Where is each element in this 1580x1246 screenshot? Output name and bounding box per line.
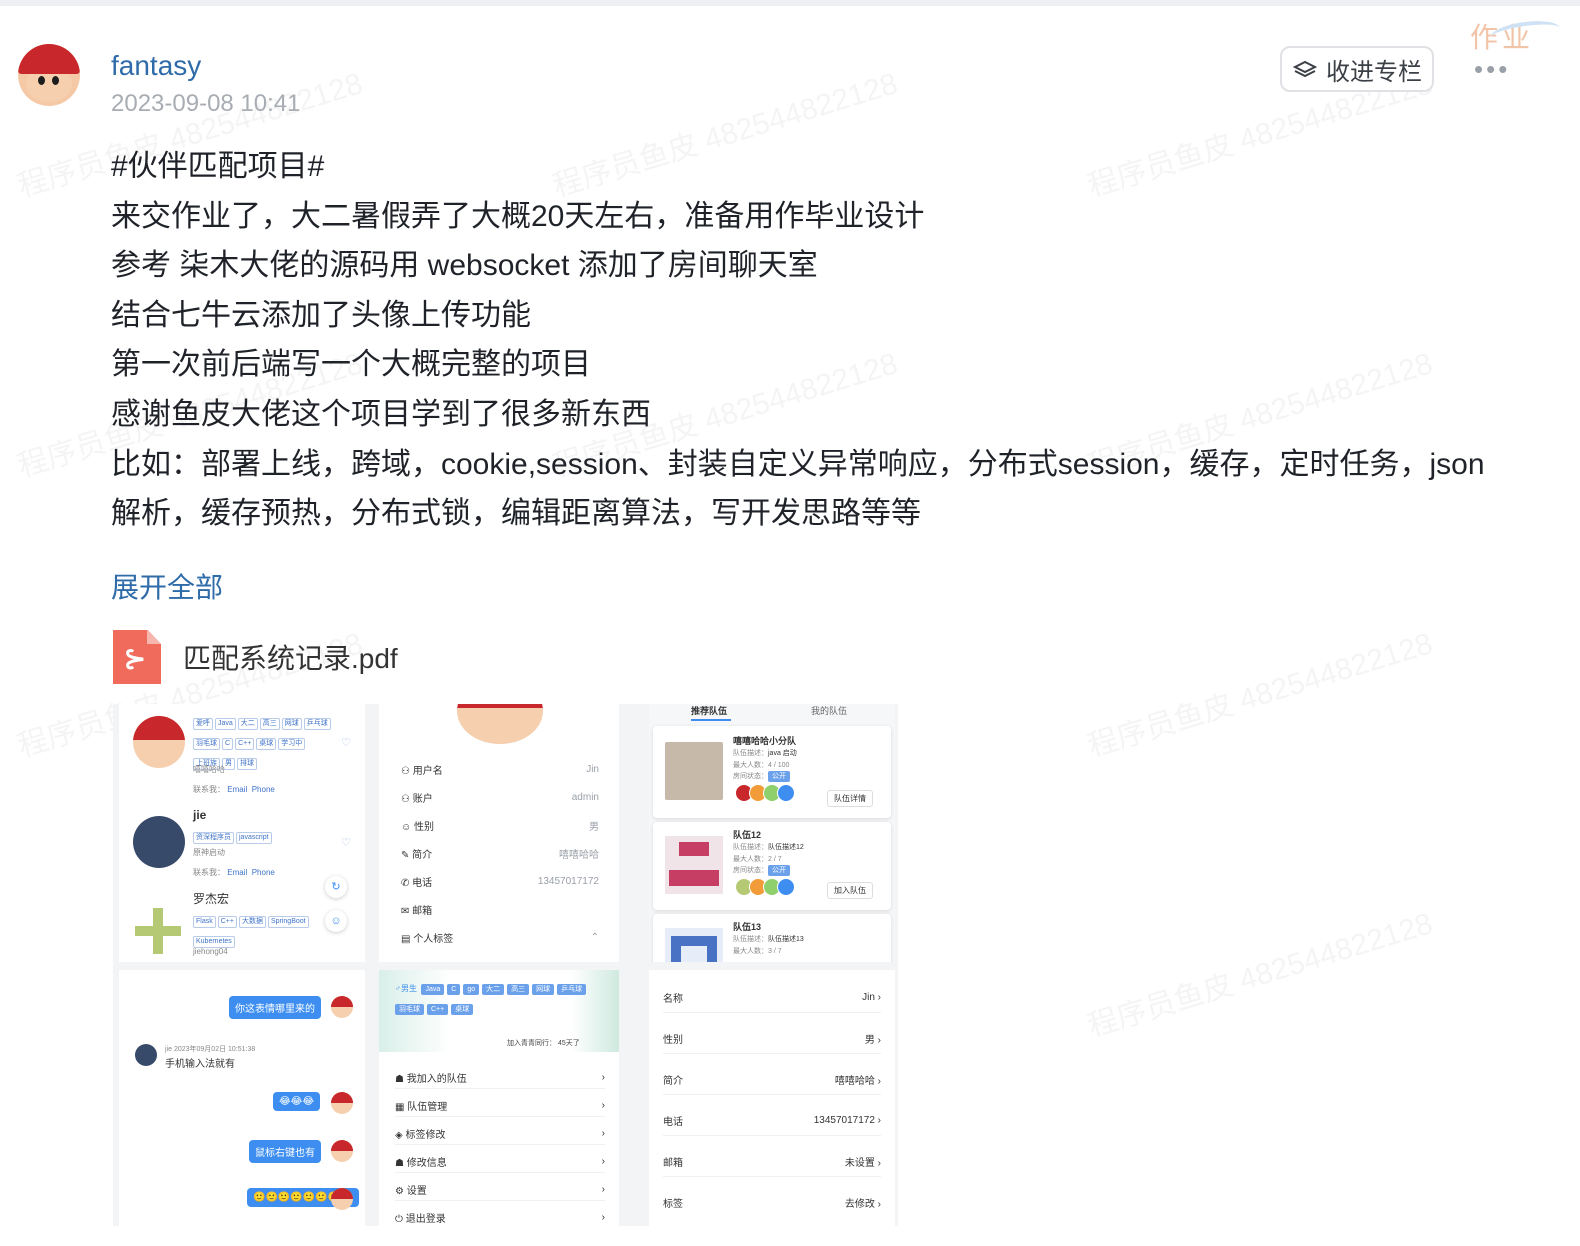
- post-line: 解析，缓存预热，分布式锁，编辑距离算法，写开发思路等等: [111, 497, 921, 531]
- chevron-right-icon: ›: [601, 1183, 605, 1195]
- chevron-right-icon: ›: [601, 1127, 605, 1139]
- chat-avatar: [331, 1140, 353, 1162]
- watermark: 程序员鱼皮 482544822128: [1081, 619, 1437, 766]
- edit-row[interactable]: 邮箱 未设置 ›: [663, 1146, 881, 1177]
- post-line: 来交作业了，大二暑假弄了大概20天左右，准备用作毕业设计: [111, 199, 925, 233]
- edit-row[interactable]: 电话 13457017172 ›: [663, 1105, 881, 1136]
- screenshot-user-list[interactable]: 爱呼 Java 大二 高三 网球 乒乓球羽毛球 C C++ 桌球 学习中上班族男排球 嘻嘻哈哈 联…: [119, 704, 365, 962]
- heart-icon[interactable]: ♡: [341, 736, 351, 749]
- chevron-right-icon: ›: [601, 1071, 605, 1083]
- refresh-icon[interactable]: ↻: [325, 876, 347, 898]
- post-body: #伙伴匹配项目# 来交作业了，大二暑假弄了大概20天左右，准备用作毕业设计 参考…: [111, 142, 1511, 539]
- post-image-grid[interactable]: 爱呼 Java 大二 高三 网球 乒乓球羽毛球 C C++ 桌球 学习中上班族男排球 嘻嘻哈哈 联…: [113, 704, 898, 1226]
- post-line: 感谢鱼皮大佬这个项目学到了很多新东西: [111, 397, 651, 431]
- user-avatar: [135, 908, 181, 954]
- screenshot-profile[interactable]: ⚇ 用户名 Jin ⚇ 账户 admin ☺ 性别男 ✎ 简介 嘻嘻哈哈 ✆ 电话 13…: [379, 704, 619, 962]
- post-line: 参考 柒木大佬的源码用 websocket 添加了房间聊天室: [111, 249, 818, 283]
- tab-recommended-teams[interactable]: 推荐队伍: [691, 704, 727, 717]
- screenshot-teams[interactable]: 推荐队伍 我的队伍 嘻嘻哈哈小分队 队伍描述：java 启动 最大人数：4 / …: [649, 704, 895, 962]
- screenshot-chat-room[interactable]: 你这表情哪里来的 jie 2023年09月02日 10:51:38 手机输入法就…: [119, 970, 365, 1226]
- team-card[interactable]: 队伍13 队伍描述：队伍描述13 最大人数：3 / 7: [653, 914, 891, 962]
- chat-avatar: [135, 1044, 157, 1066]
- screenshot-edit-info[interactable]: 名称 Jin › 性别男 › 简介 嘻嘻哈哈 › 电话 13457017172 › 邮…: [649, 970, 895, 1226]
- menu-item[interactable]: ▦ 队伍管理 ›: [395, 1094, 605, 1117]
- attachment-name[interactable]: 匹配系统记录.pdf: [183, 637, 398, 677]
- chat-avatar: [331, 1092, 353, 1114]
- team-detail-button[interactable]: 队伍详情: [827, 790, 873, 807]
- edit-row[interactable]: 标签 去修改 ›: [663, 1187, 881, 1217]
- chat-avatar: [331, 996, 353, 1018]
- team-image: [665, 928, 723, 962]
- chevron-right-icon: ›: [601, 1155, 605, 1167]
- join-team-button[interactable]: 加入队伍: [827, 882, 873, 899]
- screenshot-user-center[interactable]: ♂男生 Java Cgo 大二 高三 网球 乒乓球羽毛球 C++ 桌球 加入青青同行： 45天…: [379, 970, 619, 1226]
- post-line: 结合七牛云添加了头像上传功能: [111, 298, 531, 332]
- post-line: 第一次前后端写一个大概完整的项目: [111, 348, 591, 382]
- menu-item[interactable]: ⚙ 设置 ›: [395, 1178, 605, 1201]
- menu-item[interactable]: ☗ 修改信息 ›: [395, 1150, 605, 1173]
- user-icon: ⚇ 用户名: [401, 766, 443, 777]
- profile-avatar: [457, 704, 543, 744]
- heart-icon[interactable]: ♡: [341, 836, 351, 849]
- chat-message: 你这表情哪里来的: [229, 996, 321, 1019]
- menu-item[interactable]: ☗ 我加入的队伍 ›: [395, 1066, 605, 1089]
- edit-row[interactable]: 性别男 ›: [663, 1023, 881, 1054]
- member-avatars: [735, 878, 795, 896]
- chevron-right-icon: ›: [601, 1099, 605, 1111]
- post-line: #伙伴匹配项目#: [111, 150, 325, 183]
- post-line: 比如：部署上线，跨域，cookie,session、封装自定义异常响应，分布式s…: [111, 447, 1485, 481]
- chevron-right-icon: ›: [601, 1211, 605, 1223]
- chevron-up-icon: ⌃: [590, 932, 599, 943]
- pdf-attachment[interactable]: ⊱ 匹配系统记录.pdf: [113, 630, 398, 684]
- add-to-column-label: 收进专栏: [1326, 58, 1422, 86]
- post-time: 2023-09-08 10:41: [111, 90, 301, 117]
- user-avatar: [133, 816, 185, 868]
- team-image: [665, 836, 723, 894]
- chat-message: 😂😂😂: [273, 1092, 321, 1111]
- tab-my-teams[interactable]: 我的队伍: [811, 704, 847, 717]
- pdf-file-icon: ⊱: [113, 630, 161, 684]
- author-avatar[interactable]: [18, 44, 80, 106]
- stack-icon: [1292, 60, 1318, 78]
- edit-row[interactable]: 名称 Jin ›: [663, 982, 881, 1013]
- menu-item[interactable]: ◈ 标签修改 ›: [395, 1122, 605, 1145]
- top-strip: [0, 0, 1580, 6]
- expand-all-link[interactable]: 展开全部: [111, 566, 223, 606]
- add-to-column-button[interactable]: 收进专栏: [1280, 46, 1434, 92]
- user-avatar: [133, 716, 185, 768]
- menu-item[interactable]: ⏻ 退出登录 ›: [395, 1206, 605, 1226]
- chat-message: 鼠标右键也有: [249, 1140, 321, 1163]
- author-name[interactable]: fantasy: [111, 50, 201, 82]
- chat-message: 手机输入法就有: [165, 1059, 235, 1070]
- team-image: [665, 742, 723, 800]
- smile-icon[interactable]: ☺: [325, 910, 347, 932]
- team-card[interactable]: 嘻嘻哈哈小分队 队伍描述：java 启动 最大人数：4 / 100 房间状态：公…: [653, 726, 891, 818]
- member-avatars: [735, 784, 795, 802]
- more-icon[interactable]: •••: [1474, 54, 1510, 85]
- edit-row[interactable]: 简介 嘻嘻哈哈 ›: [663, 1064, 881, 1095]
- chat-avatar: [331, 1188, 353, 1210]
- team-card[interactable]: 队伍12 队伍描述：队伍描述12 最大人数：2 / 7 房间状态： 公开 加入队伍: [653, 822, 891, 910]
- watermark: 程序员鱼皮 482544822128: [1081, 899, 1437, 1046]
